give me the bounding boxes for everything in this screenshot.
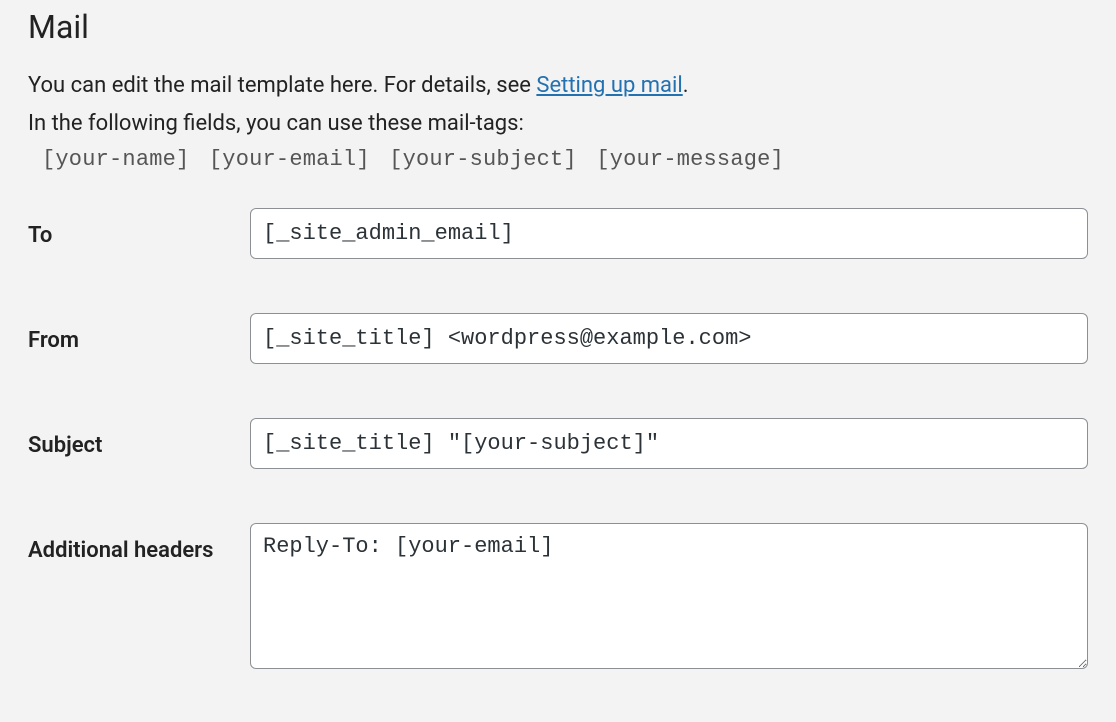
section-title: Mail xyxy=(28,8,1088,46)
additional-headers-input-cell xyxy=(250,523,1088,675)
from-label: From xyxy=(28,328,79,353)
mail-tag: [your-subject] xyxy=(389,147,577,172)
additional-headers-label-cell: Additional headers xyxy=(28,523,250,568)
intro-text-before: You can edit the mail template here. For… xyxy=(28,73,536,98)
mail-form-table: To From Subject Additional heade xyxy=(28,208,1088,675)
subject-input[interactable] xyxy=(250,418,1088,469)
to-input[interactable] xyxy=(250,208,1088,259)
to-input-cell xyxy=(250,208,1088,259)
subject-label-cell: Subject xyxy=(28,418,250,463)
intro-text-after: . xyxy=(683,73,689,98)
mail-tag: [your-name] xyxy=(42,147,189,172)
mail-tag: [your-message] xyxy=(596,147,784,172)
mail-tag: [your-email] xyxy=(209,147,370,172)
additional-headers-textarea[interactable] xyxy=(250,523,1088,669)
intro-line-1: You can edit the mail template here. For… xyxy=(28,70,1088,102)
additional-headers-label: Additional headers xyxy=(28,538,213,563)
mail-tags-list: [your-name] [your-email] [your-subject] … xyxy=(28,146,1088,172)
to-label: To xyxy=(28,223,52,248)
subject-input-cell xyxy=(250,418,1088,469)
intro-line-2: In the following fields, you can use the… xyxy=(28,108,1088,140)
mail-settings-panel: Mail You can edit the mail template here… xyxy=(0,0,1116,699)
subject-label: Subject xyxy=(28,433,102,458)
setup-mail-link[interactable]: Setting up mail xyxy=(536,73,682,98)
to-row: To xyxy=(28,208,1088,259)
from-row: From xyxy=(28,313,1088,364)
from-input[interactable] xyxy=(250,313,1088,364)
subject-row: Subject xyxy=(28,418,1088,469)
from-label-cell: From xyxy=(28,313,250,358)
additional-headers-row: Additional headers xyxy=(28,523,1088,675)
to-label-cell: To xyxy=(28,208,250,253)
from-input-cell xyxy=(250,313,1088,364)
